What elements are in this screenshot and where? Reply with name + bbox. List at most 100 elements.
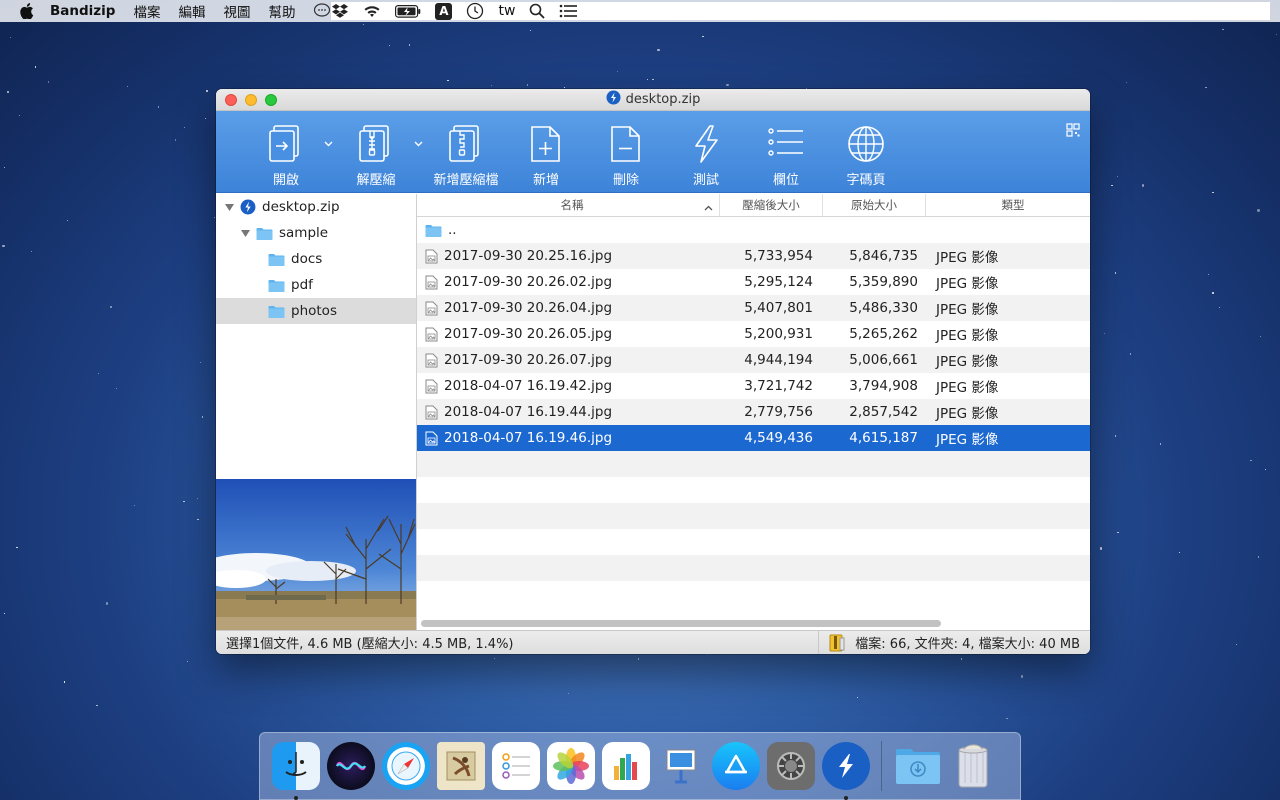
tree-photos-label: photos xyxy=(291,303,337,319)
menu-app-name[interactable]: Bandizip xyxy=(50,3,115,19)
columns-label: 欄位 xyxy=(772,173,799,188)
horizontal-scrollbar[interactable] xyxy=(421,620,941,627)
menu-file[interactable]: 檔案 xyxy=(133,1,160,21)
original-size: 5,486,330 xyxy=(849,300,918,316)
test-button[interactable]: 測試 xyxy=(666,111,746,188)
notification-center-icon[interactable] xyxy=(559,4,578,18)
new-archive-button[interactable]: 新增壓縮檔 xyxy=(426,111,506,188)
wifi-icon[interactable] xyxy=(363,4,381,18)
locale-indicator[interactable]: tw xyxy=(498,3,515,19)
original-size: 5,846,735 xyxy=(849,248,918,264)
file-type: JPEG 影像 xyxy=(936,276,999,292)
menu-help[interactable]: 幫助 xyxy=(268,1,295,21)
column-type-label: 類型 xyxy=(1001,198,1025,212)
column-name-label: 名稱 xyxy=(560,198,584,212)
keynote-icon[interactable] xyxy=(657,742,705,790)
file-name: 2017-09-30 20.26.05.jpg xyxy=(444,326,613,342)
disclosure-triangle-icon[interactable] xyxy=(224,202,234,212)
file-type: JPEG 影像 xyxy=(936,354,999,370)
toolbar: 開啟 解壓縮 新增壓縮檔 新增 刪除 測試 欄位 字碼頁 xyxy=(216,111,1090,193)
tree-item-photos[interactable]: photos xyxy=(216,298,416,324)
zip-archive-icon xyxy=(240,199,256,215)
tree-docs-label: docs xyxy=(291,251,323,267)
file-type: JPEG 影像 xyxy=(936,380,999,396)
column-header-name[interactable]: 名稱 xyxy=(417,194,720,216)
apple-menu-icon[interactable] xyxy=(20,3,36,19)
open-button[interactable]: 開啟 xyxy=(246,111,326,188)
siri-icon[interactable] xyxy=(326,742,375,790)
empty-row xyxy=(417,581,1090,607)
original-size: 3,794,908 xyxy=(849,378,918,394)
photos-icon[interactable] xyxy=(546,742,595,790)
extract-button[interactable]: 解壓縮 xyxy=(336,111,416,188)
bandizip-icon[interactable] xyxy=(821,742,870,800)
menu-bar: Bandizip 檔案 編輯 視圖 幫助 A tw xyxy=(0,0,1280,22)
test-label: 測試 xyxy=(692,173,719,188)
safari-icon[interactable] xyxy=(381,742,430,790)
title-bar[interactable]: desktop.zip xyxy=(216,89,1090,111)
compressed-size: 3,721,742 xyxy=(744,378,813,394)
extract-dropdown-chevron-icon[interactable] xyxy=(414,111,424,147)
add-button[interactable]: 新增 xyxy=(506,111,586,188)
image-preview xyxy=(216,479,416,630)
chat-bubble-icon[interactable] xyxy=(313,3,331,19)
file-type: JPEG 影像 xyxy=(936,302,999,318)
numbers-icon[interactable] xyxy=(601,742,650,790)
dock xyxy=(259,732,1021,800)
spotlight-search-icon[interactable] xyxy=(529,3,546,19)
close-window-button[interactable] xyxy=(225,94,237,106)
compressed-size: 4,549,436 xyxy=(744,430,813,446)
dropbox-icon[interactable] xyxy=(331,3,349,19)
compressed-size: 5,295,124 xyxy=(744,274,813,290)
empty-row xyxy=(417,555,1090,581)
disclosure-triangle-icon[interactable] xyxy=(240,228,250,238)
archive-info-icon[interactable] xyxy=(829,634,845,652)
trash-icon[interactable] xyxy=(949,742,997,790)
menu-edit[interactable]: 編輯 xyxy=(178,1,205,21)
delete-button[interactable]: 刪除 xyxy=(586,111,666,188)
downloads-icon[interactable] xyxy=(894,742,942,790)
column-header-original[interactable]: 原始大小 xyxy=(823,194,926,216)
empty-row xyxy=(417,477,1090,503)
table-row[interactable]: 2018-04-07 16.19.44.jpg 2,779,756 2,857,54… xyxy=(417,399,1090,425)
battery-icon[interactable] xyxy=(395,4,421,18)
table-row[interactable]: 2017-09-30 20.26.02.jpg 5,295,124 5,359,89… xyxy=(417,269,1090,295)
finder-icon[interactable] xyxy=(271,742,320,800)
menu-view[interactable]: 視圖 xyxy=(223,1,250,21)
file-name: 2017-09-30 20.26.02.jpg xyxy=(444,274,613,290)
qr-code-icon[interactable] xyxy=(1066,123,1080,141)
table-row-selected[interactable]: 2018-04-07 16.19.46.jpg 4,549,436 4,615,18… xyxy=(417,425,1090,451)
codepage-button[interactable]: 字碼頁 xyxy=(826,111,906,188)
tree-item-pdf[interactable]: pdf xyxy=(216,272,416,298)
tree-item-docs[interactable]: docs xyxy=(216,246,416,272)
input-source-indicator[interactable]: A xyxy=(435,2,453,20)
reminders-icon[interactable] xyxy=(491,742,540,790)
tree-item-sample[interactable]: sample xyxy=(216,220,416,246)
table-row[interactable]: 2018-04-07 16.19.42.jpg 3,721,742 3,794,90… xyxy=(417,373,1090,399)
column-original-label: 原始大小 xyxy=(851,198,897,212)
bandizip-window: desktop.zip 開啟 解壓縮 新增壓縮檔 新增 刪除 測試 欄位 字碼頁… xyxy=(216,89,1090,654)
minimize-window-button[interactable] xyxy=(245,94,257,106)
add-label: 新增 xyxy=(532,173,559,188)
open-dropdown-chevron-icon[interactable] xyxy=(324,111,334,147)
compressed-size: 5,733,954 xyxy=(744,248,813,264)
clock-icon[interactable] xyxy=(466,2,484,20)
tree-item-root[interactable]: desktop.zip xyxy=(216,194,416,220)
app-store-icon[interactable] xyxy=(711,742,760,790)
parent-directory-row[interactable]: .. xyxy=(417,217,1090,243)
system-preferences-icon[interactable] xyxy=(766,742,815,790)
table-row[interactable]: 2017-09-30 20.26.07.jpg 4,944,194 5,006,66… xyxy=(417,347,1090,373)
table-row[interactable]: 2017-09-30 20.25.16.jpg 5,733,954 5,846,73… xyxy=(417,243,1090,269)
column-header-compressed[interactable]: 壓縮後大小 xyxy=(720,194,823,216)
jpeg-file-icon xyxy=(425,379,438,394)
zoom-window-button[interactable] xyxy=(265,94,277,106)
table-row[interactable]: 2017-09-30 20.26.04.jpg 5,407,801 5,486,33… xyxy=(417,295,1090,321)
empty-row xyxy=(417,529,1090,555)
empty-row xyxy=(417,503,1090,529)
column-header-type[interactable]: 類型 xyxy=(926,194,1090,216)
table-row[interactable]: 2017-09-30 20.26.05.jpg 5,200,931 5,265,26… xyxy=(417,321,1090,347)
columns-button[interactable]: 欄位 xyxy=(746,111,826,188)
mail-icon[interactable] xyxy=(436,742,485,790)
column-compressed-label: 壓縮後大小 xyxy=(742,198,800,212)
file-name: 2017-09-30 20.26.04.jpg xyxy=(444,300,613,316)
